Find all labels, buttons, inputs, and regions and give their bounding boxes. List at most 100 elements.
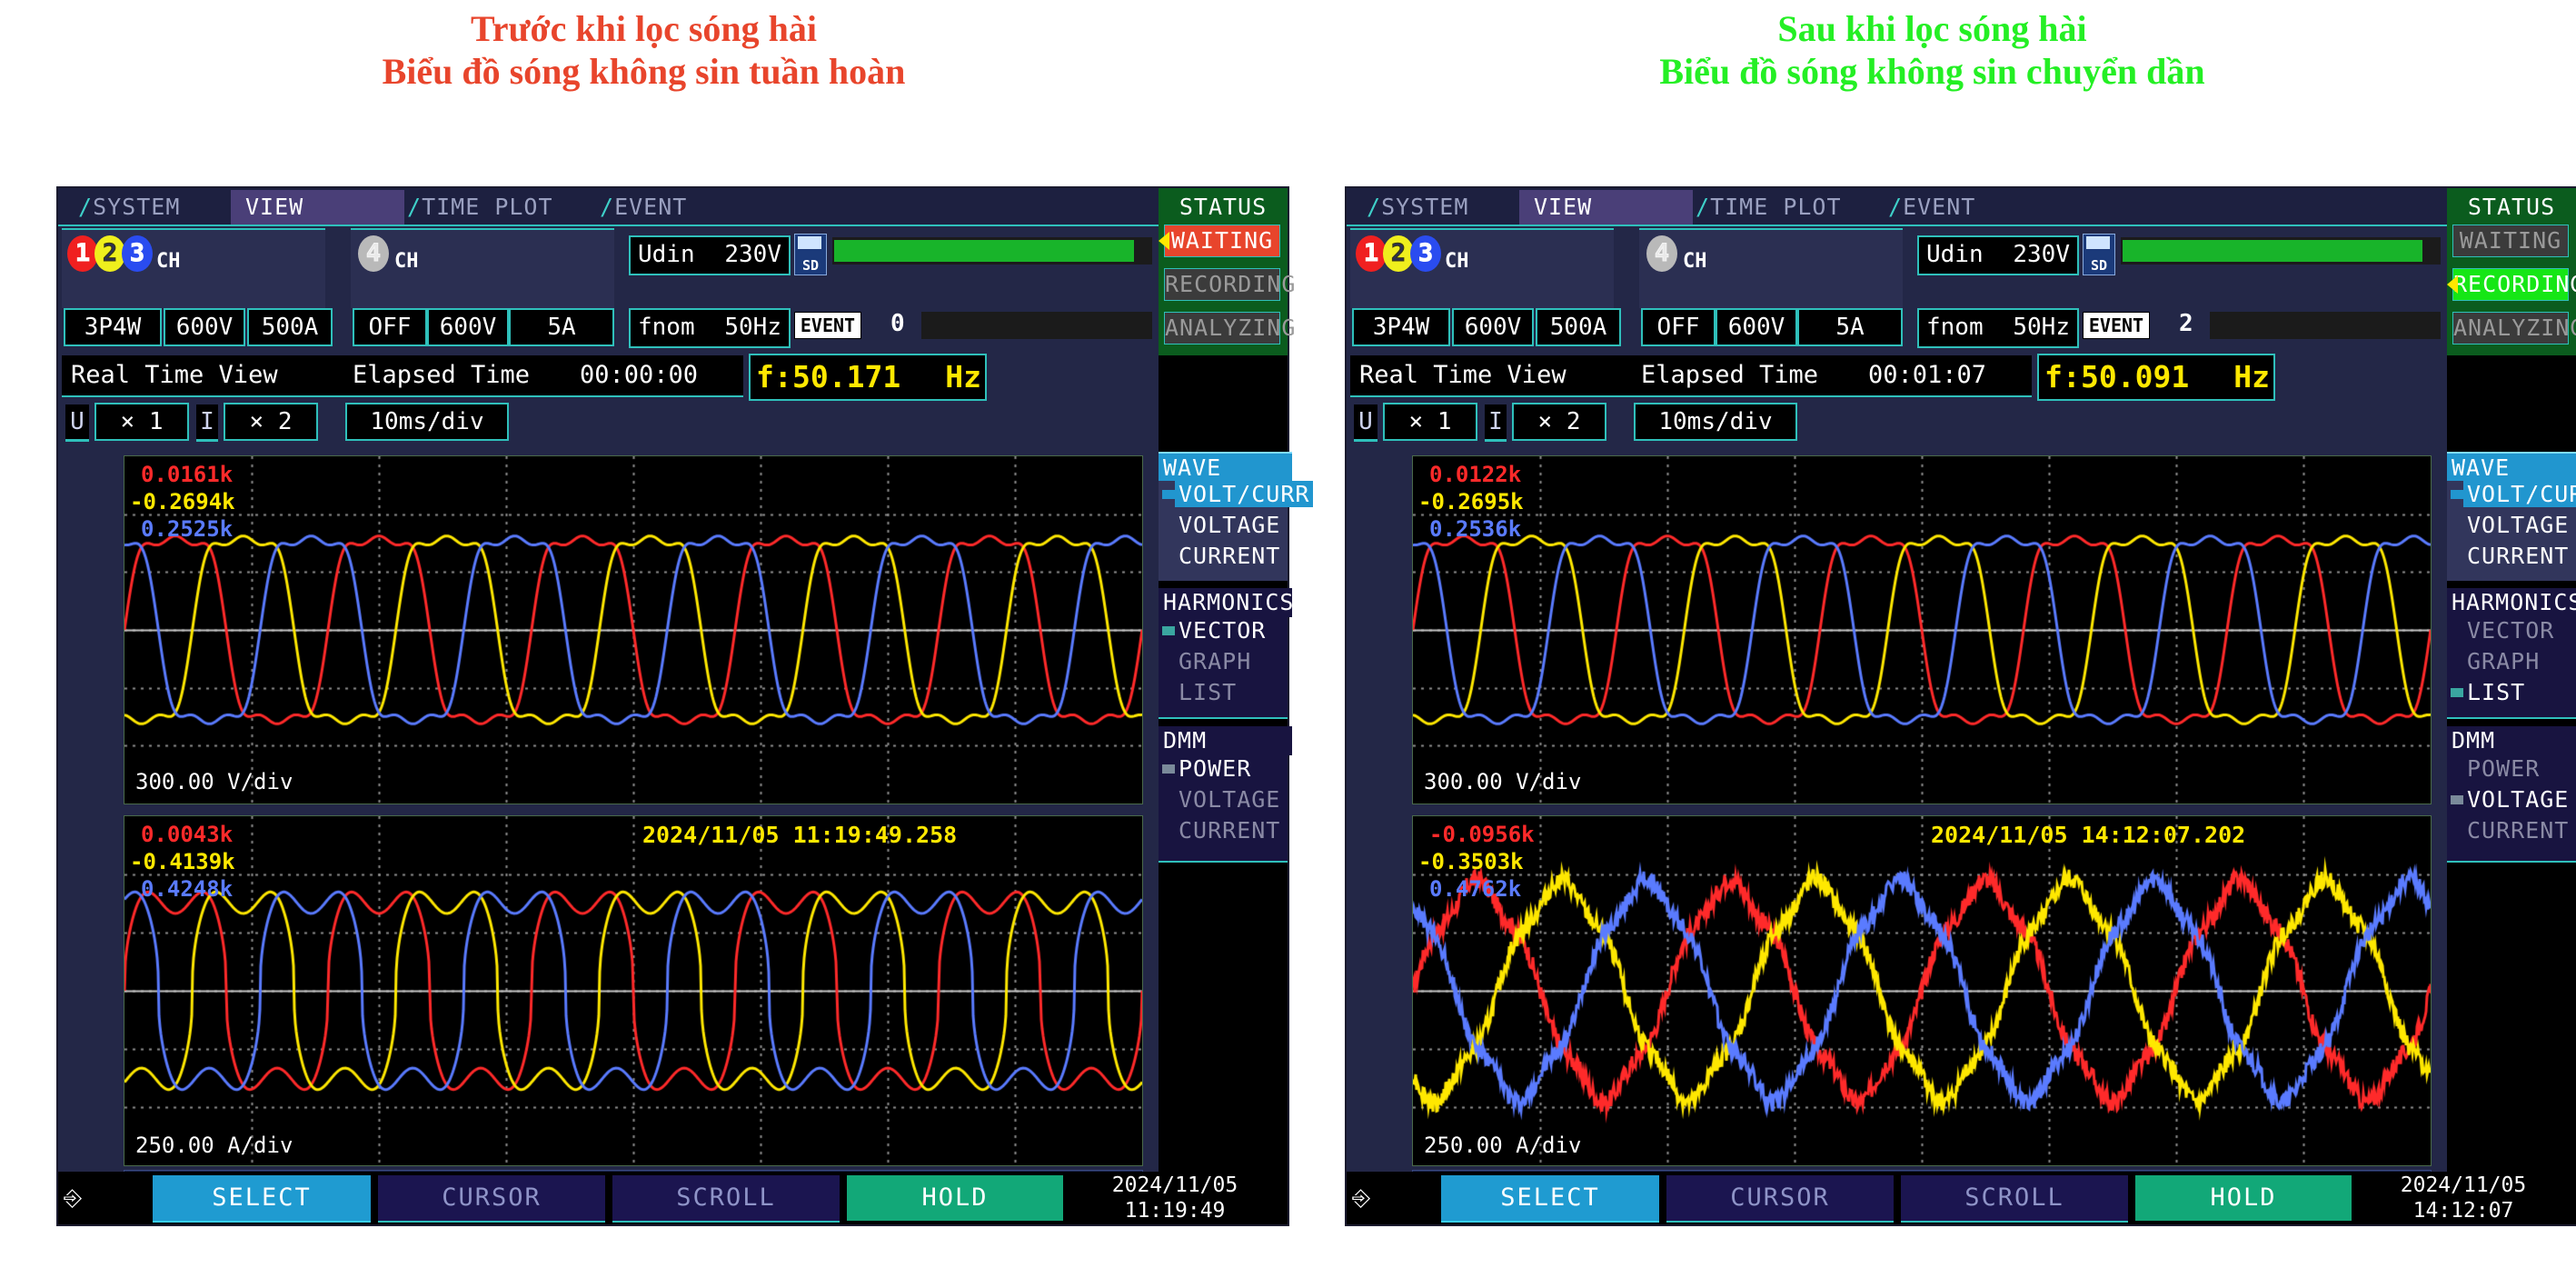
udin-box[interactable]: Udin 230V	[629, 235, 791, 275]
i-scale-label-right: I	[1485, 404, 1507, 442]
udin-box-right[interactable]: Udin 230V	[1917, 235, 2079, 275]
harmonics-item-list-right[interactable]: LIST	[2467, 679, 2525, 705]
tab-system[interactable]: /SYSTEM	[64, 190, 242, 225]
fnom-box-right[interactable]: fnom 50Hz	[1917, 308, 2079, 348]
tab-time-plot[interactable]: /TIME PLOT	[393, 190, 598, 225]
tab-underline-right	[1347, 225, 2447, 226]
status-recording-left[interactable]: RECORDING	[1164, 268, 1295, 301]
tab-event-right[interactable]: /EVENT	[1874, 190, 2034, 225]
harmonics-item-vector-left[interactable]: VECTOR	[1179, 617, 1266, 644]
current-blue-value-left: 0.4248k	[141, 876, 234, 902]
status-title: STATUS	[1179, 194, 1268, 220]
wave-item-voltage-left[interactable]: VOLTAGE	[1179, 512, 1280, 538]
softkey-scroll-left[interactable]: SCROLL	[612, 1175, 840, 1223]
status-analyzing-right[interactable]: ANALYZING	[2452, 312, 2576, 344]
wave-item-voltage-right[interactable]: VOLTAGE	[2467, 512, 2569, 538]
softkey-cursor-right[interactable]: CURSOR	[1666, 1175, 1894, 1223]
device-right: /SYSTEM VIEW /TIME PLOT /EVENT 1 2 3 CH …	[1345, 186, 2576, 1226]
u-scale-field[interactable]: × 1	[94, 403, 189, 441]
harmonics-head-left: HARMONICS	[1159, 588, 1293, 617]
current-yellow-value-right: -0.3503k	[1418, 849, 1524, 874]
clock-time-left: 11:19:49	[1124, 1199, 1226, 1223]
tab-view-right[interactable]: VIEW	[1519, 190, 1693, 225]
udin-value: 230V	[724, 241, 781, 268]
timebase-field[interactable]: 10ms/div	[345, 403, 509, 441]
current-div-right: 250.00 A/div	[1424, 1133, 1582, 1158]
freq-unit-right: Hz	[2233, 359, 2270, 394]
tab-bar-left: /SYSTEM VIEW /TIME PLOT /EVENT	[58, 188, 1159, 226]
softkey-hold-left[interactable]: HOLD	[847, 1175, 1063, 1221]
current-graph-left[interactable]: 0.0043k -0.4139k 0.4248k 2024/11/05 11:1…	[124, 815, 1143, 1166]
current-range-field[interactable]: 500A	[247, 308, 333, 346]
ch4-current-field-right[interactable]: 5A	[1797, 308, 1903, 346]
status-waiting-right[interactable]: WAITING	[2452, 225, 2569, 257]
channel-group-4-label: CH	[394, 250, 419, 273]
status-analyzing-left[interactable]: ANALYZING	[1164, 312, 1295, 344]
dmm-item-voltage-right[interactable]: VOLTAGE	[2467, 786, 2569, 813]
softkey-scroll-right[interactable]: SCROLL	[1901, 1175, 2128, 1223]
harmonics-item-graph-right[interactable]: GRAPH	[2467, 648, 2540, 674]
wiring-field-right[interactable]: 3P4W	[1352, 308, 1450, 346]
voltage-div-left: 300.00 V/div	[135, 769, 293, 794]
i-scale-field-right[interactable]: × 2	[1512, 403, 1606, 441]
fnom-box[interactable]: fnom 50Hz	[629, 308, 791, 348]
softkey-select-right[interactable]: SELECT	[1441, 1175, 1659, 1223]
wave-item-current-left[interactable]: CURRENT	[1179, 543, 1280, 569]
ch4-voltage-field[interactable]: 600V	[427, 308, 509, 346]
dmm-body-right: POWER VOLTAGE CURRENT	[2447, 755, 2576, 863]
dmm-item-power-right[interactable]: POWER	[2467, 755, 2540, 782]
dmm-item-power-left[interactable]: POWER	[1179, 755, 1251, 782]
fnom-label-right: fnom	[1926, 314, 1984, 341]
channel-group-4: 4 CH	[351, 228, 614, 308]
screen-right: /SYSTEM VIEW /TIME PLOT /EVENT 1 2 3 CH …	[1347, 188, 2447, 1224]
harmonics-item-list-left[interactable]: LIST	[1179, 679, 1237, 705]
ch4-state-field[interactable]: OFF	[353, 308, 427, 346]
status-title-right: STATUS	[2467, 194, 2556, 220]
i-scale-field[interactable]: × 2	[224, 403, 318, 441]
tab-time-plot-right[interactable]: /TIME PLOT	[1681, 190, 1886, 225]
status-recording-right[interactable]: RECORDING	[2452, 268, 2576, 301]
wave-item-volt-curr-left[interactable]: VOLT/CURR	[1175, 481, 1314, 507]
status-waiting-left[interactable]: WAITING	[1164, 225, 1280, 257]
voltage-graph-right[interactable]: 0.0122k -0.2695k 0.2536k 300.00 V/div	[1412, 455, 2432, 804]
voltage-graph-left[interactable]: 0.0161k -0.2694k 0.2525k 300.00 V/div	[124, 455, 1143, 804]
softkey-select-left[interactable]: SELECT	[153, 1175, 371, 1223]
freq-prefix: f:	[756, 359, 792, 394]
udin-value-right: 230V	[2013, 241, 2070, 268]
timebase-field-right[interactable]: 10ms/div	[1634, 403, 1797, 441]
current-range-field-right[interactable]: 500A	[1536, 308, 1621, 346]
power-plug-icon: ⎆	[64, 1184, 83, 1211]
dmm-item-current-left[interactable]: CURRENT	[1179, 817, 1280, 844]
tab-event[interactable]: /EVENT	[585, 190, 745, 225]
ch4-state-field-right[interactable]: OFF	[1641, 308, 1716, 346]
sd-card-icon-right: SD	[2083, 234, 2115, 275]
view-mode-label: Real Time View	[71, 361, 278, 389]
udin-label: Udin	[638, 241, 695, 268]
softkey-cursor-left[interactable]: CURSOR	[378, 1175, 605, 1223]
ch4-current-field[interactable]: 5A	[509, 308, 614, 346]
event-bar-right	[2210, 312, 2441, 339]
harmonics-body-left: VECTOR GRAPH LIST	[1159, 617, 1288, 719]
u-scale-field-right[interactable]: × 1	[1383, 403, 1477, 441]
wave-item-current-right[interactable]: CURRENT	[2467, 543, 2569, 569]
dmm-item-voltage-left[interactable]: VOLTAGE	[1179, 786, 1280, 813]
softkey-hold-right[interactable]: HOLD	[2135, 1175, 2352, 1221]
status-section-left: STATUS WAITING RECORDING ANALYZING	[1159, 188, 1295, 355]
event-badge: EVENT	[794, 312, 861, 339]
current-red-value-right: -0.0956k	[1429, 822, 1535, 847]
dmm-item-current-right[interactable]: CURRENT	[2467, 817, 2569, 844]
harmonics-item-vector-right[interactable]: VECTOR	[2467, 617, 2554, 644]
harmonics-item-graph-left[interactable]: GRAPH	[1179, 648, 1251, 674]
wiring-field[interactable]: 3P4W	[64, 308, 162, 346]
voltage-range-field[interactable]: 600V	[164, 308, 245, 346]
voltage-range-field-right[interactable]: 600V	[1452, 308, 1534, 346]
current-blue-value-right: 0.4762k	[1429, 876, 1522, 902]
ch4-voltage-field-right[interactable]: 600V	[1716, 308, 1797, 346]
tab-system-right[interactable]: /SYSTEM	[1352, 190, 1530, 225]
softkey-bar-left: ⎆ SELECT CURSOR SCROLL HOLD 2024/11/05 1…	[58, 1172, 1288, 1224]
status-caret-right	[2447, 275, 2458, 294]
tab-view[interactable]: VIEW	[231, 190, 404, 225]
current-graph-right[interactable]: -0.0956k -0.3503k 0.4762k 2024/11/05 14:…	[1412, 815, 2432, 1166]
wave-item-volt-curr-right[interactable]: VOLT/CURR	[2463, 481, 2576, 507]
channel-chip-2: 2	[94, 235, 125, 272]
